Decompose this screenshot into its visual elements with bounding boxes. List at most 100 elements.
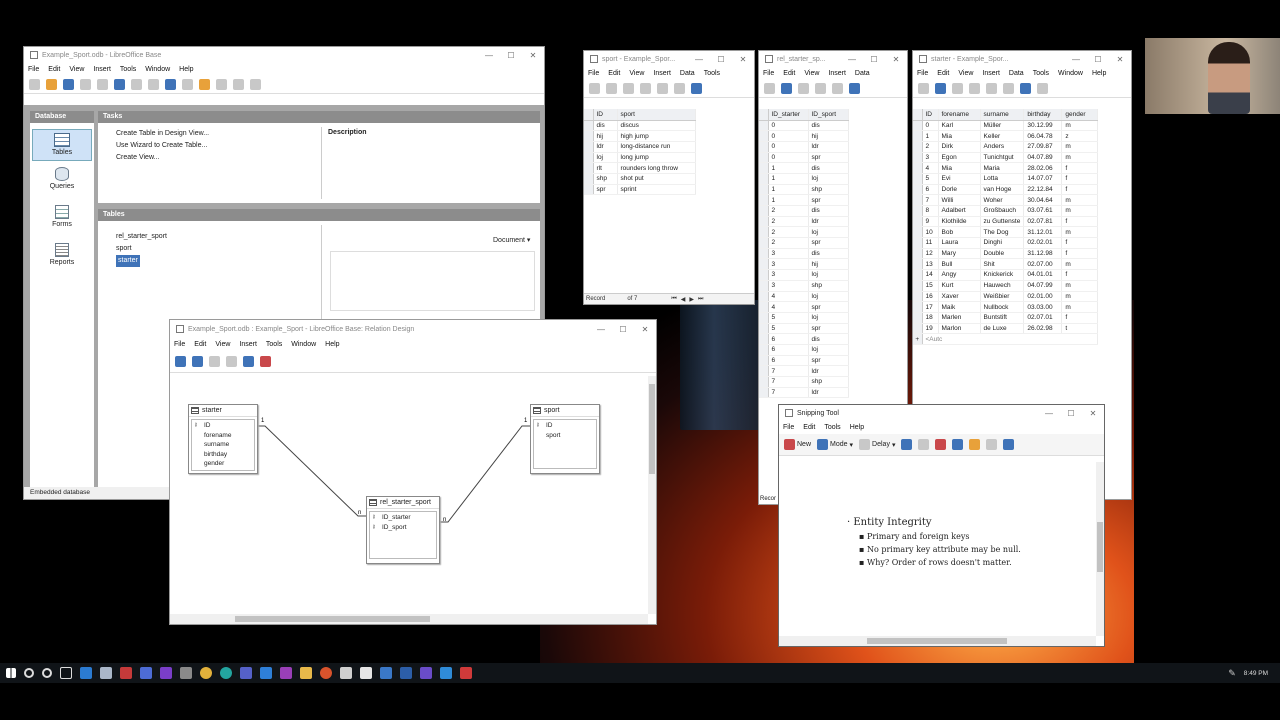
rel-row[interactable]: 0 dis	[759, 120, 849, 132]
paste-icon[interactable]	[832, 83, 843, 94]
row-selector[interactable]	[759, 333, 769, 345]
snip-horizontal-scrollbar[interactable]	[779, 636, 1096, 646]
sport-cell[interactable]: discus	[617, 120, 696, 132]
save-icon[interactable]	[175, 356, 186, 367]
rel-row[interactable]: 1 spr	[759, 194, 849, 206]
starter-cell[interactable]: m	[1061, 258, 1099, 271]
menu-insert[interactable]: Insert	[239, 341, 257, 348]
vertical-scrollbar[interactable]	[648, 376, 656, 614]
rel-cell[interactable]: 5	[768, 312, 809, 324]
starter-cell[interactable]: 30.12.99	[1023, 120, 1063, 132]
starter-cell[interactable]: Woher	[980, 194, 1025, 206]
delete-icon[interactable]	[260, 356, 271, 367]
copy-icon[interactable]	[918, 439, 930, 450]
menu-edit[interactable]: Edit	[194, 341, 206, 348]
task-create-design[interactable]: Create Table in Design View...	[116, 128, 522, 140]
nav-tables[interactable]: Tables	[32, 129, 92, 161]
col-header-sport[interactable]: sport	[617, 109, 696, 121]
row-selector[interactable]	[584, 120, 594, 132]
menu-help[interactable]: Help	[179, 66, 193, 73]
row-selector[interactable]	[759, 162, 769, 174]
rel-cell[interactable]: dis	[808, 162, 849, 174]
starter-cell[interactable]: Müller	[980, 120, 1025, 132]
starter-cell[interactable]: 30.04.64	[1023, 194, 1063, 206]
row-selector[interactable]	[913, 173, 923, 185]
maximize-icon[interactable]: ☐	[1060, 409, 1082, 418]
sport-row[interactable]: ldr long-distance run	[584, 141, 696, 153]
rel-cell[interactable]: 1	[768, 194, 809, 206]
starter-cell[interactable]: f	[1061, 269, 1099, 281]
sort-descending-icon[interactable]	[131, 79, 142, 90]
rel-row[interactable]: 3 dis	[759, 248, 849, 260]
refresh-icon[interactable]	[1037, 83, 1048, 94]
new-record-cell[interactable]: <Autc	[922, 333, 1099, 345]
rel-row[interactable]: 5 spr	[759, 323, 849, 335]
starter-cell[interactable]: 13	[922, 258, 939, 271]
undo-icon[interactable]	[1003, 83, 1014, 94]
menu-tools[interactable]: Tools	[704, 70, 720, 77]
new-icon[interactable]	[29, 79, 40, 90]
rel-cell[interactable]: loj	[808, 269, 849, 281]
paste-icon[interactable]	[657, 83, 668, 94]
starter-row[interactable]: 8 Adalbert Großbauch 03.07.61 m	[913, 205, 1099, 217]
edge-icon[interactable]	[220, 667, 232, 679]
rel-cell[interactable]: dis	[808, 248, 849, 260]
starter-cell[interactable]: Angy	[938, 269, 981, 281]
starter-cell[interactable]: 19	[922, 323, 939, 335]
starter-cell[interactable]: m	[1061, 194, 1099, 206]
next-record-icon[interactable]: ▶	[689, 296, 694, 303]
menu-view[interactable]: View	[215, 341, 230, 348]
row-selector[interactable]	[759, 237, 769, 249]
col-header-id[interactable]: ID	[593, 109, 618, 121]
app-icon[interactable]	[160, 667, 172, 679]
sport-cell[interactable]: shp	[593, 173, 618, 185]
close-icon[interactable]: ✕	[1082, 409, 1104, 418]
sport-row[interactable]: dis discus	[584, 120, 696, 132]
rel-cell[interactable]: 5	[768, 323, 809, 335]
field-item[interactable]: sport	[546, 431, 560, 441]
rel-row[interactable]: 1 shp	[759, 184, 849, 196]
row-selector[interactable]	[759, 216, 769, 228]
document-select[interactable]: Document ▾	[493, 236, 530, 244]
row-selector[interactable]	[584, 184, 594, 196]
rel-cell[interactable]: spr	[808, 194, 849, 206]
rel-cell[interactable]: ldr	[808, 365, 849, 377]
app-icon[interactable]	[360, 667, 372, 679]
row-selector[interactable]	[759, 291, 769, 303]
menu-view[interactable]: View	[958, 70, 973, 77]
rel-cell[interactable]: loj	[808, 312, 849, 324]
starter-cell[interactable]: Maik	[938, 301, 981, 313]
save-icon[interactable]	[63, 79, 74, 90]
starter-cell[interactable]: Bull	[938, 258, 981, 271]
rel-row[interactable]: 5 loj	[759, 312, 849, 324]
start-icon[interactable]	[6, 668, 16, 678]
app-icon[interactable]	[460, 667, 472, 679]
row-selector[interactable]	[759, 152, 769, 164]
starter-cell[interactable]: t	[1061, 323, 1099, 335]
app-icon[interactable]	[280, 667, 292, 679]
rel-cell[interactable]: 6	[768, 344, 809, 356]
app-icon[interactable]	[320, 667, 332, 679]
field-item[interactable]: ID	[546, 421, 553, 431]
menu-help[interactable]: Help	[1092, 70, 1106, 77]
relation-table-rel-starter-sport[interactable]: rel_starter_sport ⚷ ID_starter ⚷ ID_sport	[366, 496, 440, 564]
chrome-icon[interactable]	[200, 667, 212, 679]
paste-icon[interactable]	[97, 79, 108, 90]
menu-file[interactable]: File	[588, 70, 599, 77]
starter-cell[interactable]: The Dog	[980, 226, 1025, 239]
row-selector[interactable]	[913, 205, 923, 217]
row-selector[interactable]	[913, 120, 923, 132]
menu-insert[interactable]: Insert	[653, 70, 671, 77]
row-selector[interactable]	[584, 141, 594, 153]
starter-cell[interactable]: Hauwech	[980, 280, 1025, 292]
sport-cell[interactable]: long jump	[617, 152, 696, 164]
rel-row[interactable]: 1 loj	[759, 173, 849, 185]
row-selector[interactable]	[759, 173, 769, 185]
starter-cell[interactable]: Adalbert	[938, 205, 981, 217]
rel-cell[interactable]: loj	[808, 173, 849, 185]
starter-row[interactable]: 13 Bull Shit 02.07.00 m	[913, 258, 1099, 271]
relation-table-starter[interactable]: starter ⚷ ID forename surname birthday ge…	[188, 404, 258, 474]
rel-row[interactable]: 2 dis	[759, 205, 849, 217]
starter-cell[interactable]: 2	[922, 141, 939, 153]
rel-cell[interactable]: 0	[768, 141, 809, 153]
